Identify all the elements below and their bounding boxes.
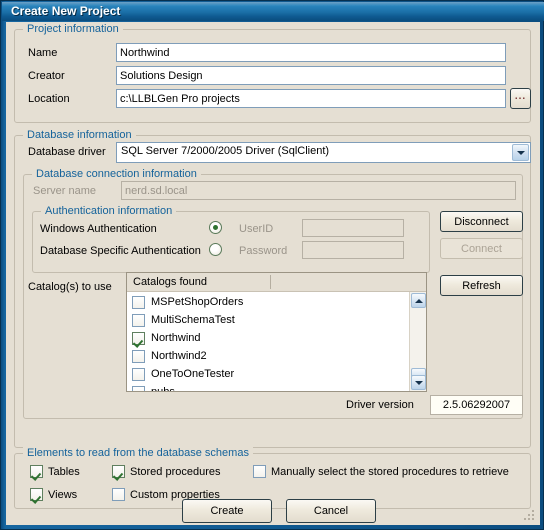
database-specific-authentication-radio[interactable] xyxy=(209,243,222,256)
disconnect-button[interactable]: Disconnect xyxy=(440,211,523,232)
dialog-client-area: Project information Name Northwind Creat… xyxy=(6,22,540,525)
catalog-checkbox[interactable] xyxy=(132,368,145,381)
location-input[interactable]: c:\LLBLGen Pro projects xyxy=(116,89,506,108)
connect-button: Connect xyxy=(440,238,523,259)
list-item[interactable]: MultiSchemaTest xyxy=(127,312,426,330)
custom-properties-checkbox[interactable] xyxy=(112,488,125,501)
userid-label: UserID xyxy=(239,223,274,235)
tables-checkbox[interactable] xyxy=(30,465,43,478)
catalog-name: MSPetShopOrders xyxy=(151,296,244,308)
server-name-input: nerd.sd.local xyxy=(121,181,516,200)
title-bar[interactable]: Create New Project xyxy=(2,2,544,21)
catalog-name: MultiSchemaTest xyxy=(151,314,235,326)
catalog-name: OneToOneTester xyxy=(151,368,235,380)
name-input[interactable]: Northwind xyxy=(116,43,506,62)
list-item[interactable]: Northwind2 xyxy=(127,348,426,366)
list-item[interactable]: Northwind xyxy=(127,330,426,348)
refresh-button[interactable]: Refresh xyxy=(440,275,523,296)
password-label: Password xyxy=(239,245,288,257)
views-label: Views xyxy=(48,489,78,501)
catalogs-found-column-header: Catalogs found xyxy=(133,276,207,288)
catalog-name: pubs xyxy=(151,386,175,392)
database-driver-combobox[interactable]: SQL Server 7/2000/2005 Driver (SqlClient… xyxy=(116,142,531,163)
catalogs-vertical-scrollbar[interactable] xyxy=(409,292,426,391)
authentication-legend: Authentication information xyxy=(41,205,177,217)
project-information-legend: Project information xyxy=(23,23,123,35)
catalog-checkbox[interactable] xyxy=(132,386,145,391)
catalog-name: Northwind2 xyxy=(151,350,207,362)
windows-authentication-radio[interactable] xyxy=(209,221,222,234)
database-connection-legend: Database connection information xyxy=(32,168,201,180)
database-driver-value: SQL Server 7/2000/2005 Driver (SqlClient… xyxy=(121,145,330,157)
catalog-checkbox[interactable] xyxy=(132,296,145,309)
driver-version-value: 2.5.06292007 xyxy=(430,395,523,415)
elements-to-read-group: Elements to read from the database schem… xyxy=(14,447,531,509)
list-item[interactable]: MSPetShopOrders xyxy=(127,294,426,312)
creator-label: Creator xyxy=(28,70,65,82)
database-information-legend: Database information xyxy=(23,129,136,141)
catalog-checkbox[interactable] xyxy=(132,350,145,363)
cancel-button[interactable]: Cancel xyxy=(286,499,376,523)
scroll-up-icon[interactable] xyxy=(411,293,426,308)
userid-input xyxy=(302,219,404,237)
catalog-name: Northwind xyxy=(151,332,201,344)
catalog-checkbox[interactable] xyxy=(132,314,145,327)
server-name-label: Server name xyxy=(33,185,96,197)
driver-version-label: Driver version xyxy=(346,399,414,411)
resize-grip-icon[interactable] xyxy=(523,509,536,522)
manually-select-stored-procedures-checkbox[interactable] xyxy=(253,465,266,478)
list-item[interactable]: OneToOneTester xyxy=(127,366,426,384)
database-specific-authentication-label: Database Specific Authentication xyxy=(40,245,201,257)
tables-label: Tables xyxy=(48,466,80,478)
catalog-checkbox[interactable] xyxy=(132,332,145,345)
manually-select-stored-procedures-label: Manually select the stored procedures to… xyxy=(271,466,509,478)
name-label: Name xyxy=(28,47,58,59)
elements-to-read-legend: Elements to read from the database schem… xyxy=(23,447,253,459)
password-input xyxy=(302,241,404,259)
stored-procedures-checkbox[interactable] xyxy=(112,465,125,478)
scroll-down-icon[interactable] xyxy=(411,375,426,390)
create-button[interactable]: Create xyxy=(182,499,272,523)
catalogs-to-use-label: Catalog(s) to use xyxy=(28,281,112,293)
create-new-project-dialog: Create New Project Project information N… xyxy=(0,0,544,530)
creator-input[interactable]: Solutions Design xyxy=(116,66,506,85)
chevron-down-icon[interactable] xyxy=(512,144,529,161)
windows-authentication-label: Windows Authentication xyxy=(40,223,157,235)
browse-location-button[interactable]: ... xyxy=(510,88,531,109)
database-driver-label: Database driver xyxy=(28,146,106,158)
location-label: Location xyxy=(28,93,70,105)
stored-procedures-label: Stored procedures xyxy=(130,466,221,478)
catalogs-list-header[interactable]: Catalogs found xyxy=(127,273,426,292)
catalogs-list[interactable]: Catalogs found MSPetShopOrders MultiSche… xyxy=(126,272,427,392)
column-divider[interactable] xyxy=(270,275,271,289)
window-title: Create New Project xyxy=(11,4,121,18)
views-checkbox[interactable] xyxy=(30,488,43,501)
list-item[interactable]: pubs xyxy=(127,384,426,392)
